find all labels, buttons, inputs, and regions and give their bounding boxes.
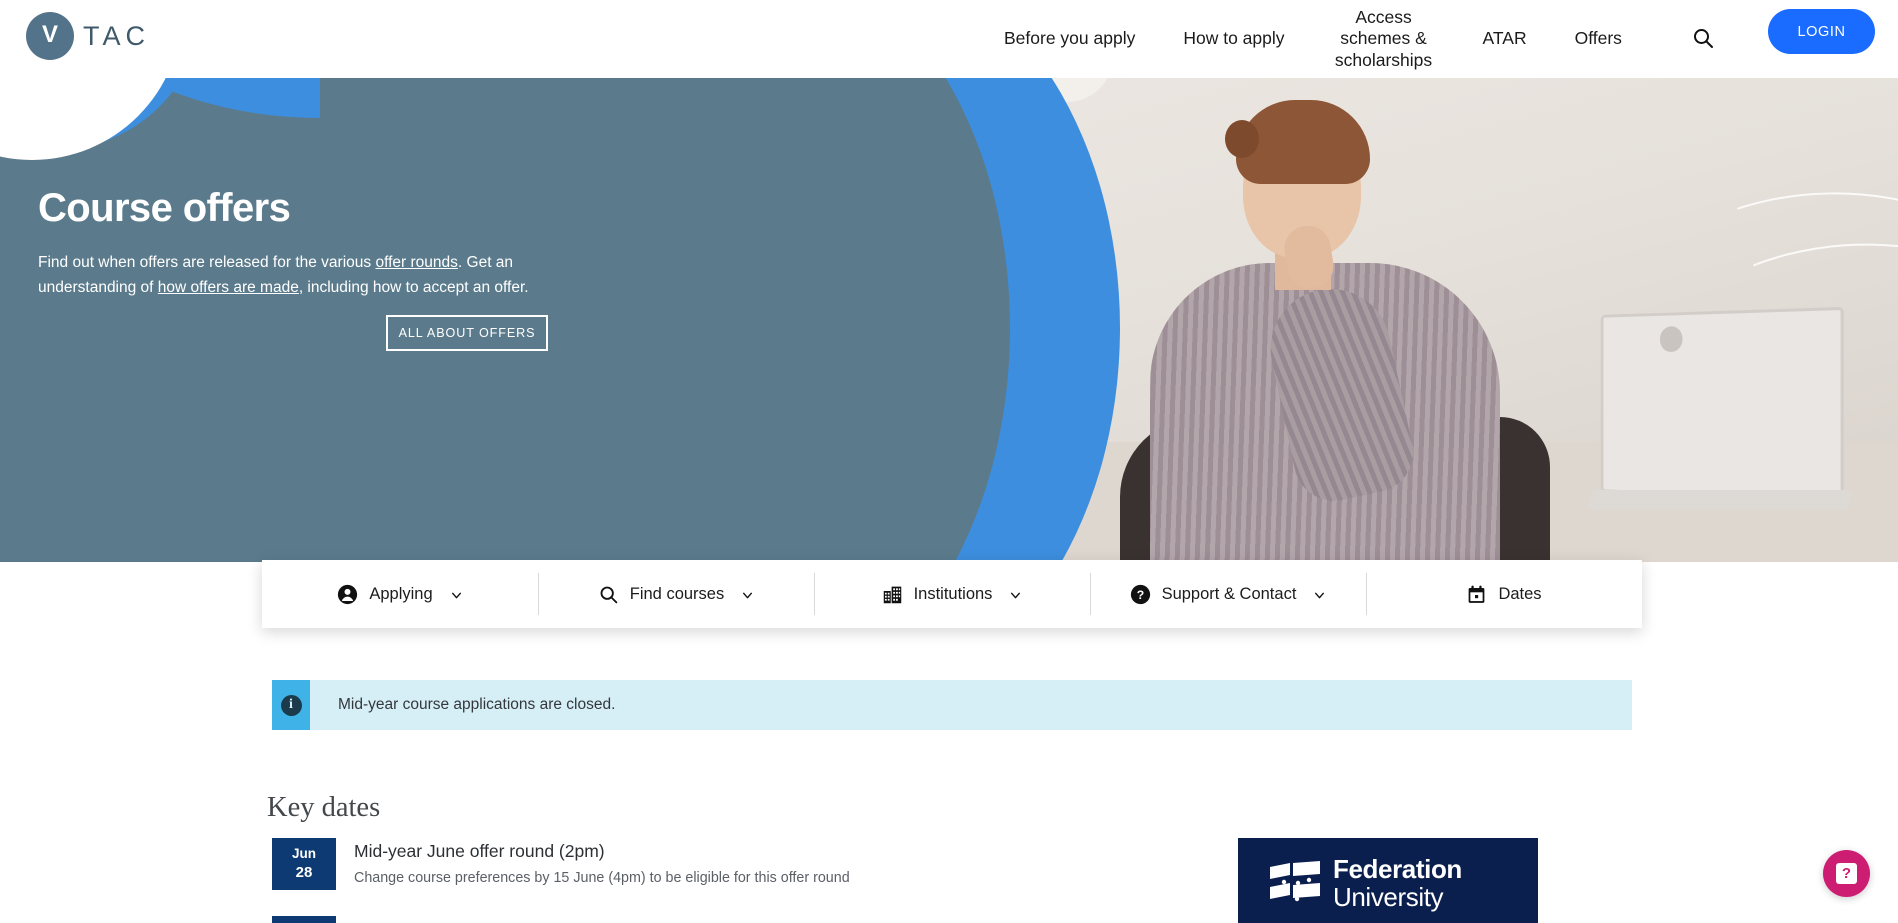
quickmenu-label-find-courses: Find courses: [629, 584, 725, 603]
date-badge-day: 28: [295, 863, 313, 881]
key-date-title: Mid-year June offer round (2pm): [354, 841, 605, 861]
sponsor-name-line1: Federation: [1333, 854, 1462, 884]
offer-rounds-link[interactable]: offer rounds: [375, 254, 457, 271]
nav-item-before-you-apply[interactable]: Before you apply: [980, 28, 1159, 49]
main-navigation: Before you apply How to apply Access sch…: [980, 0, 1646, 78]
nav-item-atar[interactable]: ATAR: [1459, 28, 1551, 49]
key-date-description: Change course preferences by 15 June (4p…: [354, 869, 850, 886]
key-date-row[interactable]: Jun 28 Mid-year June offer round (2pm) C…: [272, 838, 1092, 890]
question-mark-icon: ?: [1836, 863, 1857, 884]
building-icon: [882, 584, 903, 605]
page-title: Course offers: [38, 186, 291, 230]
search-icon: [598, 584, 619, 605]
search-icon[interactable]: [1686, 21, 1720, 55]
nav-item-how-to-apply[interactable]: How to apply: [1159, 28, 1308, 49]
quickmenu-item-institutions[interactable]: Institutions: [814, 560, 1090, 628]
login-button[interactable]: LOGIN: [1768, 9, 1875, 54]
hero-section: Course offers Find out when offers are r…: [0, 78, 1898, 562]
nav-item-access-schemes-scholarships[interactable]: Access schemes & scholarships: [1309, 7, 1459, 71]
quickmenu-item-support-contact[interactable]: ? Support & Contact: [1090, 560, 1366, 628]
nav-item-offers[interactable]: Offers: [1551, 28, 1646, 49]
chevron-down-icon: [741, 588, 754, 601]
how-offers-are-made-link[interactable]: how offers are made: [158, 279, 299, 296]
date-badge: [272, 916, 336, 923]
hero-text-post: , including how to accept an offer.: [298, 279, 529, 297]
quickmenu-label-applying: Applying: [369, 584, 433, 603]
quick-menu-bar: Applying Find courses Institutions ? Sup…: [262, 560, 1642, 628]
hero-description: Find out when offers are released for th…: [38, 250, 598, 301]
quickmenu-label-dates: Dates: [1498, 584, 1542, 603]
vtac-logo-glyph: V: [41, 21, 59, 49]
all-about-offers-button[interactable]: ALL ABOUT OFFERS: [386, 315, 548, 351]
info-glyph: i: [280, 694, 302, 716]
vtac-logo[interactable]: V TAC: [26, 12, 150, 60]
calendar-icon: [1466, 584, 1487, 605]
key-dates-heading: Key dates: [267, 792, 381, 823]
date-badge: Jun 28: [272, 838, 336, 890]
page-root: Course offers Find out when offers are r…: [0, 0, 1898, 923]
status-banner-text: Mid-year course applications are closed.: [338, 696, 616, 713]
key-date-row[interactable]: [272, 916, 1092, 923]
sponsor-card-federation-university[interactable]: Federation University: [1238, 838, 1538, 923]
date-badge-month: Jun: [291, 845, 316, 861]
sponsor-name-line2: University: [1333, 882, 1444, 912]
question-circle-icon: ?: [1130, 584, 1151, 605]
key-date-body: Mid-year June offer round (2pm) Change c…: [354, 838, 850, 890]
site-header: V TAC Before you apply How to apply Acce…: [0, 0, 1898, 78]
status-banner: i Mid-year course applications are close…: [272, 680, 1632, 730]
info-icon: i: [272, 680, 310, 730]
quickmenu-item-find-courses[interactable]: Find courses: [538, 560, 814, 628]
quickmenu-item-dates[interactable]: Dates: [1366, 560, 1642, 628]
vtac-logo-mark: V: [26, 12, 74, 60]
quickmenu-label-institutions: Institutions: [913, 584, 993, 603]
photo-person-hair-bun: [1225, 120, 1259, 158]
southern-cross-flag-icon: [1268, 859, 1324, 907]
svg-text:?: ?: [1136, 588, 1143, 602]
person-circle-icon: [337, 584, 358, 605]
help-button[interactable]: ?: [1823, 850, 1870, 897]
chevron-down-icon: [1313, 588, 1326, 601]
quickmenu-label-support-contact: Support & Contact: [1161, 584, 1297, 603]
hero-text-pre: Find out when offers are released for th…: [38, 254, 376, 271]
vtac-logo-text: TAC: [83, 20, 150, 51]
hero-content: Course offers Find out when offers are r…: [0, 78, 900, 562]
chevron-down-icon: [450, 588, 463, 601]
federation-university-name: Federation University: [1333, 856, 1462, 910]
federation-university-logo: Federation University: [1268, 856, 1462, 910]
quickmenu-item-applying[interactable]: Applying: [262, 560, 538, 628]
chevron-down-icon: [1009, 588, 1022, 601]
